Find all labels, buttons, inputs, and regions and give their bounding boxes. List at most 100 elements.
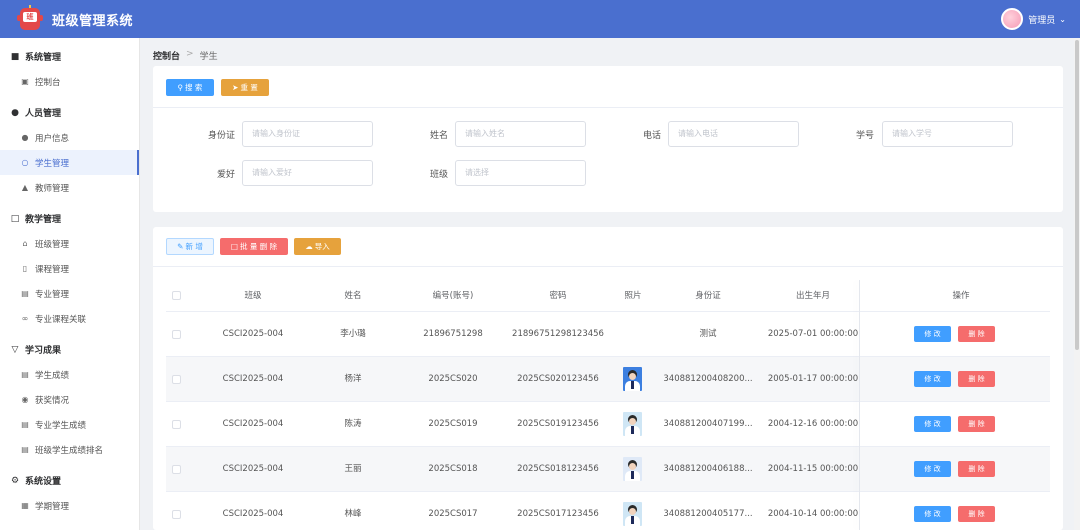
col-idcard[interactable]: 身份证 xyxy=(658,280,758,312)
sidebar-item-courses[interactable]: ▯ 课程管理 xyxy=(0,256,139,281)
student-photo[interactable] xyxy=(623,367,642,391)
name-input[interactable]: 请输入姓名 xyxy=(455,121,586,147)
sidebar-item-user-info[interactable]: ● 用户信息 xyxy=(0,125,139,150)
search-icon: ⚲ xyxy=(177,83,184,92)
row-checkbox[interactable] xyxy=(172,465,181,474)
cell-idcard: 测试 xyxy=(699,329,717,339)
book-icon: □ xyxy=(10,213,20,224)
reset-button[interactable]: ➤ 重 置 xyxy=(221,79,269,96)
sidebar-item-teachers[interactable]: ▲ 教师管理 xyxy=(0,175,139,200)
cell-password: 2025CS018123456 xyxy=(517,464,599,474)
search-button[interactable]: ⚲ 搜 索 xyxy=(166,79,214,96)
row-checkbox[interactable] xyxy=(172,510,181,519)
student-no-input[interactable]: 请输入学号 xyxy=(882,121,1013,147)
idcard-input[interactable]: 请输入身份证 xyxy=(242,121,373,147)
document-icon: ▯ xyxy=(22,264,28,273)
breadcrumb-separator: > xyxy=(186,49,194,59)
sidebar-group-system[interactable]: ■ 系统管理 xyxy=(0,44,139,69)
row-checkbox[interactable] xyxy=(172,375,181,384)
scrollbar-thumb[interactable] xyxy=(1075,40,1079,350)
table-header: 班级 姓名 编号(账号) 密码 照片 身份证 出生年月 操作 xyxy=(166,280,1050,312)
trophy-icon: ▽ xyxy=(11,344,19,355)
phone-input[interactable]: 请输入电话 xyxy=(668,121,799,147)
sidebar-item-majors[interactable]: ▤ 专业管理 xyxy=(0,281,139,306)
select-all-checkbox[interactable] xyxy=(172,291,181,300)
cell-class: CSCI2025-004 xyxy=(222,374,284,384)
sidebar-item-classes[interactable]: ⌂ 班级管理 xyxy=(0,231,139,256)
cell-no: 2025CS017 xyxy=(428,509,478,519)
cell-birth: 2025-07-01 00:00:00 xyxy=(767,329,859,339)
hobby-input[interactable]: 请输入爱好 xyxy=(242,160,373,186)
dashboard-icon: ▣ xyxy=(21,77,29,86)
cell-no: 2025CS020 xyxy=(428,374,478,384)
import-button[interactable]: ☁ 导入 xyxy=(294,238,341,255)
delete-button[interactable]: 删 除 xyxy=(958,416,995,432)
sidebar-item-major-scores[interactable]: ▤ 专业学生成绩 xyxy=(0,412,139,437)
sidebar-item-scores[interactable]: ▤ 学生成绩 xyxy=(0,362,139,387)
user-menu[interactable]: 管理员 ⌄ xyxy=(1001,8,1080,30)
student-photo[interactable] xyxy=(623,457,642,481)
edit-button[interactable]: 修 改 xyxy=(914,506,951,522)
cell-idcard: 340881200405177... xyxy=(663,509,753,519)
gear-icon: ⚙ xyxy=(10,475,20,486)
sidebar-item-students[interactable]: ○ 学生管理 xyxy=(0,150,139,175)
cell-idcard: 340881200406188... xyxy=(663,464,753,474)
link-icon: ∞ xyxy=(21,314,29,323)
batch-delete-button[interactable]: □ 批 量 删 除 xyxy=(220,238,288,255)
class-select[interactable]: 请选择 xyxy=(455,160,586,186)
sidebar-item-class-ranking[interactable]: ▤ 班级学生成绩排名 xyxy=(0,437,139,462)
page-scrollbar[interactable] xyxy=(1074,38,1080,530)
add-button[interactable]: ✎ 新 增 xyxy=(166,238,214,255)
table-row[interactable]: CSCI2025-004 杨洋 2025CS020 2025CS02012345… xyxy=(166,357,1050,402)
chevron-down-icon: ⌄ xyxy=(1059,14,1066,24)
col-birth[interactable]: 出生年月 xyxy=(758,280,868,312)
sidebar-group-personnel[interactable]: ● 人员管理 xyxy=(0,100,139,125)
sidebar-item-dashboard[interactable]: ▣ 控制台 xyxy=(0,69,139,94)
edit-button[interactable]: 修 改 xyxy=(914,461,951,477)
fixed-column-divider xyxy=(859,280,860,530)
col-password[interactable]: 密码 xyxy=(508,280,608,312)
cell-name: 林峰 xyxy=(344,509,362,519)
delete-button[interactable]: 删 除 xyxy=(958,506,995,522)
cell-idcard: 340881200408200... xyxy=(663,374,753,384)
edit-button[interactable]: 修 改 xyxy=(914,326,951,342)
table-row[interactable]: CSCI2025-004 王丽 2025CS018 2025CS01812345… xyxy=(166,447,1050,492)
edit-button[interactable]: 修 改 xyxy=(914,371,951,387)
table-row[interactable]: CSCI2025-004 陈涛 2025CS019 2025CS01912345… xyxy=(166,402,1050,447)
top-header: 班 班级管理系统 管理员 ⌄ xyxy=(0,0,1080,38)
delete-button[interactable]: 删 除 xyxy=(958,461,995,477)
refresh-icon: ➤ xyxy=(232,83,239,92)
sidebar-item-awards[interactable]: ◉ 获奖情况 xyxy=(0,387,139,412)
app-title: 班级管理系统 xyxy=(52,13,134,29)
edit-button[interactable]: 修 改 xyxy=(914,416,951,432)
cell-password: 2025CS020123456 xyxy=(517,374,599,384)
cell-name: 陈涛 xyxy=(344,419,362,429)
row-checkbox[interactable] xyxy=(172,330,181,339)
delete-button[interactable]: 删 除 xyxy=(958,371,995,387)
breadcrumb-root[interactable]: 控制台 xyxy=(153,49,180,62)
brand[interactable]: 班 班级管理系统 xyxy=(0,5,133,33)
sidebar-group-teaching[interactable]: □ 教学管理 xyxy=(0,206,139,231)
cell-class: CSCI2025-004 xyxy=(222,464,284,474)
table-row[interactable]: CSCI2025-004 李小璐 21896751298 21896751298… xyxy=(166,312,1050,357)
sidebar-item-major-course-link[interactable]: ∞ 专业课程关联 xyxy=(0,306,139,331)
delete-button[interactable]: 删 除 xyxy=(958,326,995,342)
student-photo[interactable] xyxy=(623,502,642,526)
cell-birth: 2004-11-15 00:00:00 xyxy=(767,464,859,474)
cell-no: 2025CS019 xyxy=(428,419,478,429)
col-name[interactable]: 姓名 xyxy=(308,280,398,312)
col-photo[interactable]: 照片 xyxy=(608,280,658,312)
sidebar-group-results[interactable]: ▽ 学习成果 xyxy=(0,337,139,362)
table-row[interactable]: CSCI2025-004 林峰 2025CS017 2025CS01712345… xyxy=(166,492,1050,530)
sidebar-group-settings[interactable]: ⚙ 系统设置 xyxy=(0,468,139,493)
user-icon: ● xyxy=(21,133,29,142)
sidebar: ■ 系统管理 ▣ 控制台 ● 人员管理 ● 用户信息 ○ 学生管理 ▲ 教师管理… xyxy=(0,38,140,530)
sidebar-item-terms[interactable]: ▦ 学期管理 xyxy=(0,493,139,518)
search-card: ⚲ 搜 索 ➤ 重 置 身份证 请输入身份证 姓名 请输入姓名 电话 请输入电话… xyxy=(153,66,1063,212)
col-no[interactable]: 编号(账号) xyxy=(398,280,508,312)
student-photo[interactable] xyxy=(623,412,642,436)
student-no-label: 学号 xyxy=(855,131,874,141)
row-checkbox[interactable] xyxy=(172,420,181,429)
notebook-icon: ▤ xyxy=(21,289,29,298)
col-class[interactable]: 班级 xyxy=(198,280,308,312)
